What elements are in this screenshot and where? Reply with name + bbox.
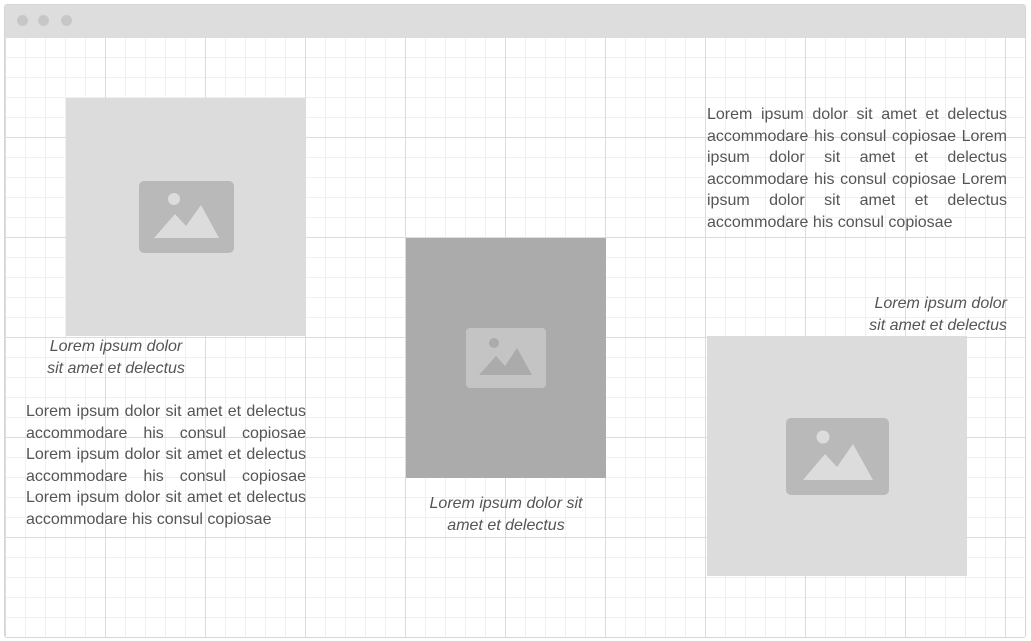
image-icon <box>466 328 546 388</box>
caption-line: Lorem ipsum dolor <box>49 338 183 355</box>
window-titlebar <box>5 5 1025 37</box>
caption-line: Lorem ipsum dolor <box>874 295 1008 312</box>
body-text-1: Lorem ipsum dolor sit amet et delectus a… <box>26 403 306 528</box>
image-caption-2: Lorem ipsum dolor sit amet et delectus <box>406 493 606 537</box>
image-placeholder-1 <box>66 98 306 336</box>
caption-line: sit amet et delectus <box>869 317 1007 334</box>
body-text-3: Lorem ipsum dolor sit amet et delectus a… <box>707 106 1007 231</box>
caption-line: Lorem ipsum dolor sit <box>429 495 583 512</box>
image-caption-1: Lorem ipsum dolor sit amet et delectus <box>25 336 207 380</box>
browser-window: Lorem ipsum dolor sit amet et delectus L… <box>4 4 1026 638</box>
caption-line: amet et delectus <box>447 517 565 534</box>
image-placeholder-3 <box>707 336 967 576</box>
image-icon <box>138 181 234 253</box>
image-caption-3: Lorem ipsum dolor sit amet et delectus <box>807 293 1007 337</box>
window-control-dot[interactable] <box>17 15 28 26</box>
wireframe-canvas: Lorem ipsum dolor sit amet et delectus L… <box>5 37 1025 637</box>
image-placeholder-2 <box>406 238 606 478</box>
window-control-dot[interactable] <box>61 15 72 26</box>
image-icon <box>785 417 889 495</box>
window-control-dot[interactable] <box>38 15 49 26</box>
caption-line: sit amet et delectus <box>47 360 185 377</box>
